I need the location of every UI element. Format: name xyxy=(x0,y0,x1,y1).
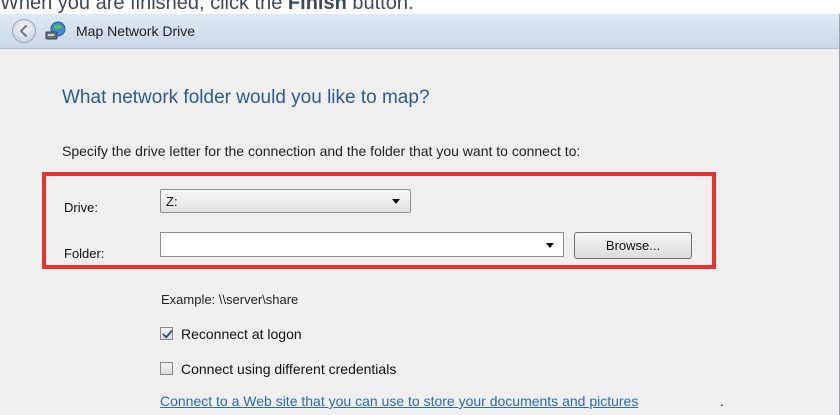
title-bar: Map Network Drive xyxy=(0,14,839,49)
caption-bold: Finish xyxy=(287,0,347,14)
folder-input[interactable] xyxy=(163,235,537,255)
folder-combobox[interactable] xyxy=(160,232,564,257)
folder-dropdown-arrow-icon[interactable] xyxy=(546,243,554,248)
instruction-caption: When you are finished, click the Finish … xyxy=(0,0,414,14)
caption-prefix: When you are finished, click the xyxy=(0,0,288,14)
dialog-heading: What network folder would you like to ma… xyxy=(62,87,430,108)
reconnect-label: Reconnect at logon xyxy=(181,326,302,342)
back-button[interactable] xyxy=(12,19,36,43)
back-arrow-icon xyxy=(19,24,28,38)
web-site-link[interactable]: Connect to a Web site that you can use t… xyxy=(160,393,638,409)
credentials-label: Connect using different credentials xyxy=(181,361,397,377)
example-text: Example: \\server\share xyxy=(161,292,299,307)
window-title: Map Network Drive xyxy=(76,23,196,39)
credentials-checkbox[interactable] xyxy=(160,362,173,375)
drive-select[interactable]: Z: xyxy=(160,189,411,213)
map-network-drive-window: Map Network Drive What network folder wo… xyxy=(0,14,840,415)
web-link-period: . xyxy=(720,393,724,409)
dialog-instruction: Specify the drive letter for the connect… xyxy=(62,143,581,159)
browse-button[interactable]: Browse... xyxy=(574,232,692,259)
chevron-down-icon xyxy=(392,199,400,204)
drive-label: Drive: xyxy=(64,200,98,215)
dialog-content: What network folder would you like to ma… xyxy=(0,49,839,415)
checkmark-icon xyxy=(162,330,173,339)
reconnect-checkbox[interactable] xyxy=(160,327,173,340)
network-drive-icon xyxy=(45,21,66,40)
drive-select-value: Z: xyxy=(166,194,178,209)
caption-suffix: button. xyxy=(346,0,414,14)
folder-label: Folder: xyxy=(64,246,105,261)
